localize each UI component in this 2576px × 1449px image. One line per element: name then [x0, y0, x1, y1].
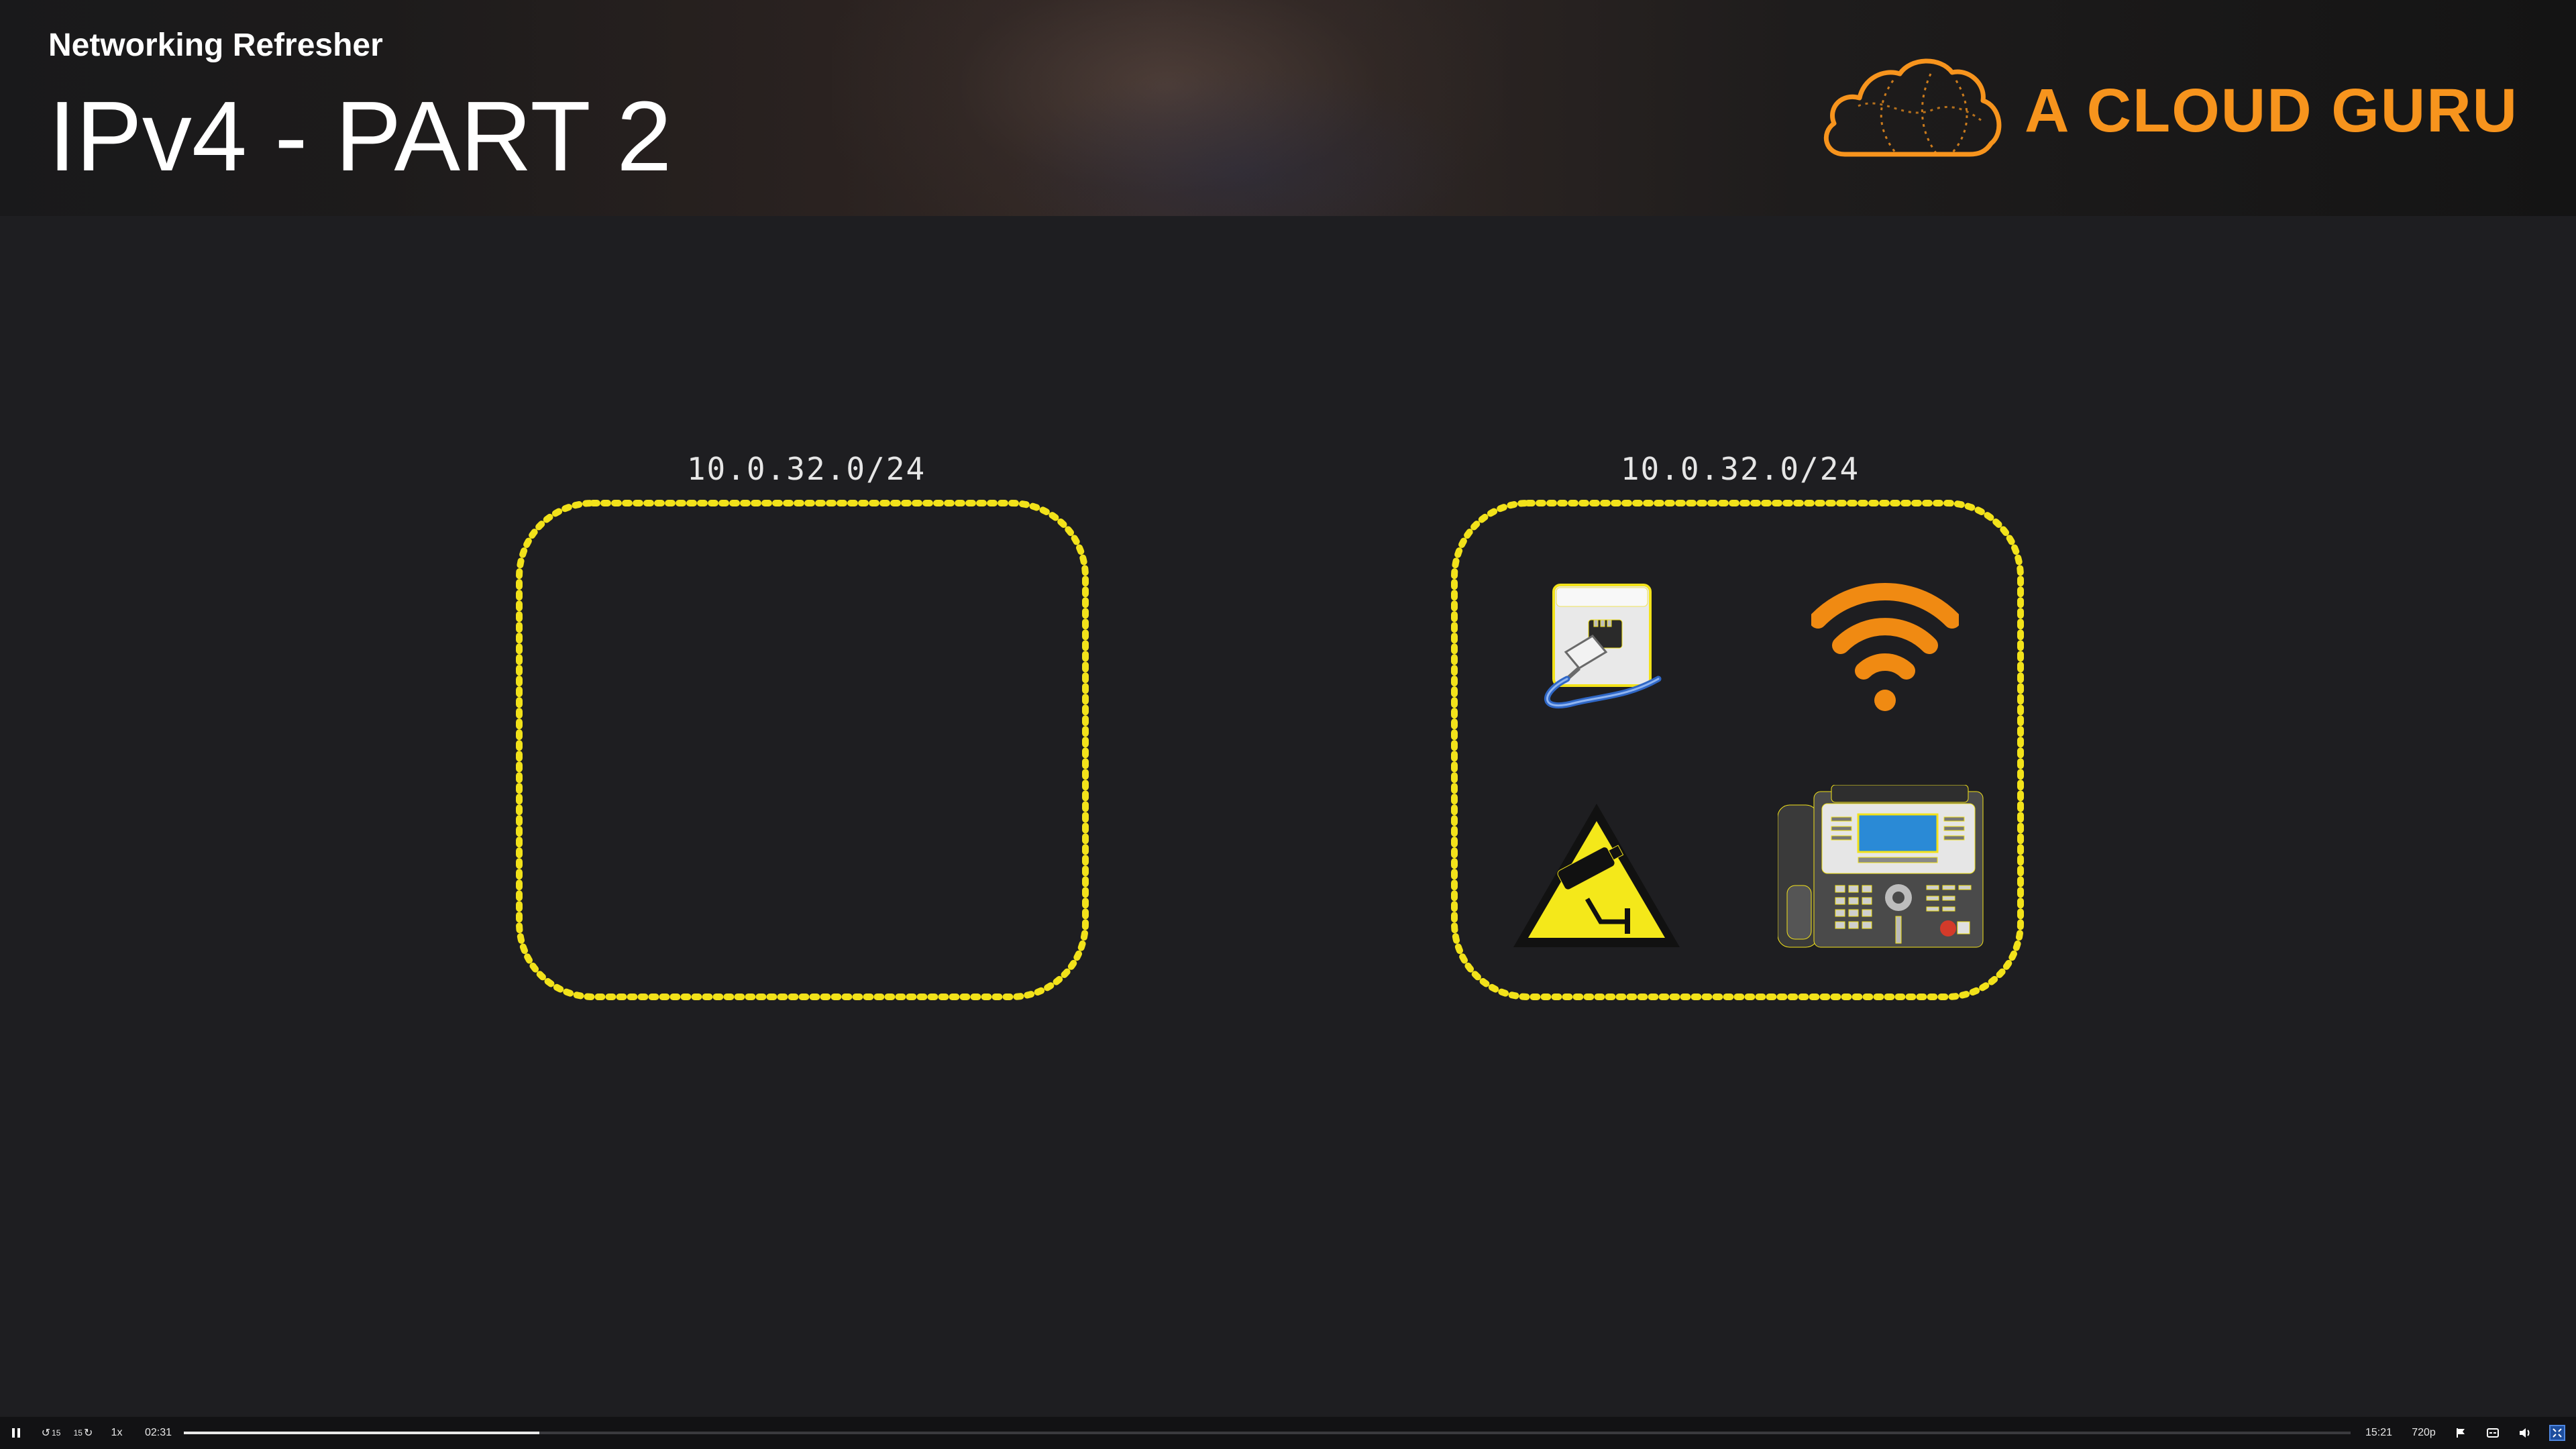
flag-icon [2457, 1428, 2465, 1438]
fullscreen-icon [2549, 1425, 2565, 1441]
pause-icon [12, 1428, 20, 1438]
course-title: Networking Refresher [48, 28, 383, 63]
wifi-icon [1811, 583, 1959, 711]
fullscreen-button[interactable] [2545, 1417, 2569, 1449]
speed-button[interactable]: 1x [105, 1417, 129, 1449]
rewind-label: 15 [52, 1428, 61, 1438]
duration: 15:21 [2365, 1427, 2393, 1438]
volume-icon [2520, 1428, 2530, 1438]
forward-button[interactable]: 15 ↻ [70, 1417, 97, 1449]
cloud-logo-icon [1823, 58, 2002, 157]
player-controls: ↺ 15 15 ↻ 1x 02:31 15:21 720p [0, 1417, 2576, 1449]
subnet-box-left [514, 498, 1091, 1002]
rewind-button[interactable]: ↺ 15 [38, 1417, 64, 1449]
security-camera-icon [1513, 804, 1680, 947]
brand-logo: A CLOUD GURU [1818, 54, 2518, 168]
ip-phone-icon [1778, 785, 1984, 948]
progress-fill [184, 1432, 539, 1434]
brand-name: A CLOUD GURU [2025, 76, 2519, 145]
video-player-frame[interactable]: Networking Refresher IPv4 - PART 2 A CLO… [0, 0, 2576, 1449]
captions-button[interactable] [2479, 1417, 2506, 1449]
rewind-icon: ↺ [41, 1428, 51, 1439]
lesson-title: IPv4 - PART 2 [48, 81, 672, 192]
play-pause-button[interactable] [5, 1417, 27, 1449]
presenter-background-shirt [1006, 67, 1476, 216]
current-time: 02:31 [144, 1427, 172, 1438]
forward-icon: ↻ [83, 1428, 93, 1439]
subnet-label-right: 10.0.32.0/24 [1620, 451, 1860, 487]
subnet-label-left: 10.0.32.0/24 [686, 451, 926, 487]
progress-bar[interactable] [184, 1432, 2351, 1434]
captions-icon [2487, 1428, 2499, 1438]
slide-header: Networking Refresher IPv4 - PART 2 A CLO… [0, 0, 2576, 216]
subnet-box-right [1449, 498, 2026, 1002]
flag-button[interactable] [2447, 1417, 2474, 1449]
forward-label: 15 [73, 1428, 83, 1438]
volume-button[interactable] [2512, 1417, 2538, 1449]
subnet-outline-left [516, 500, 1089, 1000]
quality-button[interactable]: 720p [2407, 1417, 2440, 1449]
ethernet-port-icon [1544, 584, 1662, 709]
